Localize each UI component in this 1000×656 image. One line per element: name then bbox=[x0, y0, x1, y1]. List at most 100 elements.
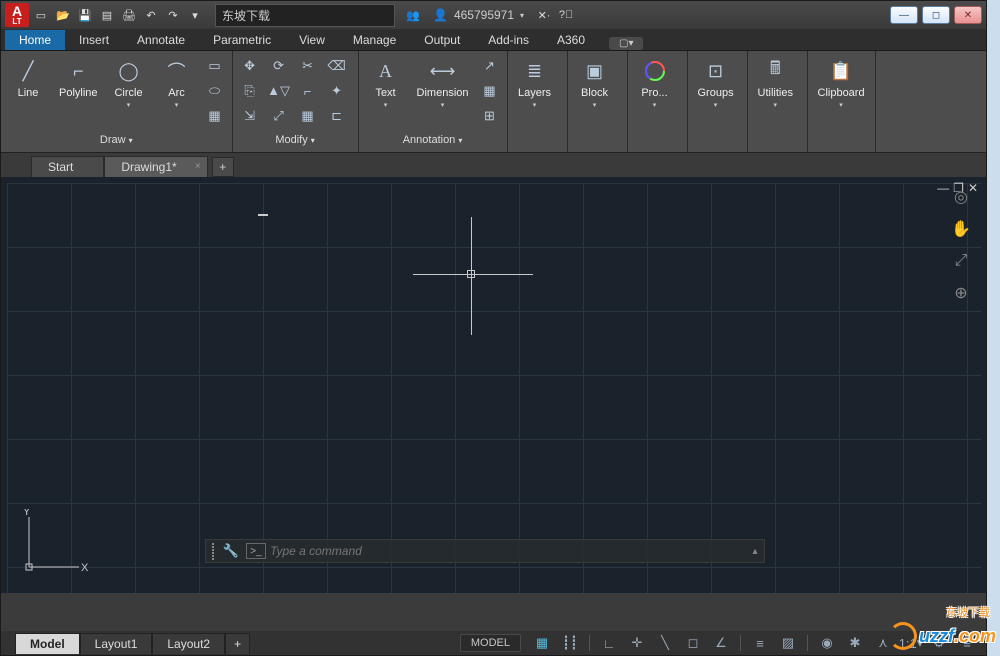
status-lineweight-icon[interactable]: ≡ bbox=[747, 633, 773, 653]
panel-draw-title[interactable]: Draw▾ bbox=[7, 132, 226, 148]
offset-icon[interactable]: ⊏ bbox=[326, 105, 348, 127]
text-button[interactable]: AText▾ bbox=[365, 55, 407, 111]
tab-addins[interactable]: Add-ins bbox=[474, 30, 543, 50]
leader-icon[interactable]: ↗ bbox=[479, 55, 501, 77]
mirror-icon[interactable]: ▲▽ bbox=[268, 80, 290, 102]
line-button[interactable]: ╱Line bbox=[7, 55, 49, 101]
status-osnap-icon[interactable]: ◻ bbox=[680, 633, 706, 653]
move-icon[interactable]: ✥ bbox=[239, 55, 261, 77]
layout-tab-model[interactable]: Model bbox=[15, 633, 80, 654]
polyline-button[interactable]: ⌐Polyline bbox=[55, 55, 102, 101]
qat-save-icon[interactable]: 💾 bbox=[75, 5, 95, 25]
status-cycling-icon[interactable]: ◉ bbox=[814, 633, 840, 653]
tab-manage[interactable]: Manage bbox=[339, 30, 410, 50]
status-transparency-icon[interactable]: ▨ bbox=[775, 633, 801, 653]
trim-icon[interactable]: ✂ bbox=[297, 55, 319, 77]
panel-utilities: 🖩Utilities▾ bbox=[748, 51, 808, 152]
tab-parametric[interactable]: Parametric bbox=[199, 30, 285, 50]
maximize-button[interactable]: ◻ bbox=[922, 6, 950, 24]
panel-modify-title[interactable]: Modify▾ bbox=[239, 132, 352, 148]
cmdline-history-icon[interactable]: ▴ bbox=[746, 546, 764, 557]
close-tab-icon[interactable]: × bbox=[195, 161, 201, 172]
array-icon[interactable]: ▦ bbox=[297, 105, 319, 127]
block-button[interactable]: ▣Block▾ bbox=[574, 55, 616, 111]
qat-open-icon[interactable]: 📂 bbox=[53, 5, 73, 25]
ellipse-icon[interactable]: ⬭ bbox=[204, 80, 226, 102]
text-label: Text bbox=[375, 87, 395, 99]
clipboard-button[interactable]: 📋Clipboard▾ bbox=[814, 55, 869, 111]
status-annomonitor-icon[interactable]: ✱ bbox=[842, 633, 868, 653]
panel-annotation: AText▾ ⟷Dimension▾ ↗ ▦ ⊞ Annotation▾ bbox=[359, 51, 508, 152]
layout-tab-layout1[interactable]: Layout1 bbox=[80, 633, 153, 654]
qat-saveas-icon[interactable]: ▤ bbox=[97, 5, 117, 25]
mtext-icon[interactable]: ⊞ bbox=[479, 105, 501, 127]
dimension-button[interactable]: ⟷Dimension▾ bbox=[413, 55, 473, 111]
command-input[interactable] bbox=[270, 544, 746, 558]
groups-button[interactable]: ⊡Groups▾ bbox=[694, 55, 738, 111]
rectangle-icon[interactable]: ▭ bbox=[204, 55, 226, 77]
layout-tab-add[interactable]: + bbox=[225, 633, 250, 654]
close-button[interactable]: ✕ bbox=[954, 6, 982, 24]
tab-view[interactable]: View bbox=[285, 30, 339, 50]
user-account[interactable]: 👤 465795971 ▾ bbox=[425, 8, 532, 22]
full-nav-wheel-icon[interactable]: ◎ bbox=[949, 185, 973, 209]
orbit-icon[interactable]: ⊕ bbox=[949, 281, 973, 305]
status-isodraft-icon[interactable]: ╲ bbox=[652, 633, 678, 653]
polyline-label: Polyline bbox=[59, 87, 98, 99]
navigation-bar: ◎ ✋ ⤢ ⊕ bbox=[944, 185, 978, 305]
cmdline-customize-icon[interactable]: 🔧 bbox=[220, 543, 242, 559]
copy-icon[interactable]: ⎘ bbox=[239, 80, 261, 102]
circle-button[interactable]: ◯Circle▾ bbox=[108, 55, 150, 111]
ribbon-tabs: Home Insert Annotate Parametric View Man… bbox=[1, 29, 986, 51]
layers-button[interactable]: ≣Layers▾ bbox=[514, 55, 556, 111]
tab-insert[interactable]: Insert bbox=[65, 30, 123, 50]
circle-icon: ◯ bbox=[115, 57, 143, 85]
qat-undo-icon[interactable]: ↶ bbox=[141, 5, 161, 25]
minimize-button[interactable]: — bbox=[890, 6, 918, 24]
status-otrack-icon[interactable]: ∠ bbox=[708, 633, 734, 653]
table-icon[interactable]: ▦ bbox=[479, 80, 501, 102]
tab-output[interactable]: Output bbox=[410, 30, 474, 50]
panel-clipboard: 📋Clipboard▾ bbox=[808, 51, 876, 152]
tab-a360[interactable]: A360 bbox=[543, 30, 599, 50]
command-line[interactable]: 🔧 >_ ▴ bbox=[205, 539, 765, 563]
layout-tab-layout2[interactable]: Layout2 bbox=[152, 633, 225, 654]
tab-home[interactable]: Home bbox=[5, 30, 65, 50]
status-grid-icon[interactable]: ▦ bbox=[529, 633, 555, 653]
pan-icon[interactable]: ✋ bbox=[949, 217, 973, 241]
qat-new-icon[interactable]: ▭ bbox=[31, 5, 51, 25]
tab-annotate[interactable]: Annotate bbox=[123, 30, 199, 50]
properties-button[interactable]: Pro...▾ bbox=[634, 55, 676, 111]
doc-tab-start[interactable]: Start bbox=[31, 156, 104, 177]
rotate-icon[interactable]: ⟳ bbox=[268, 55, 290, 77]
utilities-button[interactable]: 🖩Utilities▾ bbox=[754, 55, 797, 111]
title-search-box[interactable]: 东坡下载 bbox=[215, 4, 395, 27]
scale-icon[interactable]: ⤢ bbox=[268, 105, 290, 127]
text-icon: A bbox=[372, 57, 400, 85]
fillet-icon[interactable]: ⌐ bbox=[297, 80, 319, 102]
cmdline-grip-icon[interactable] bbox=[206, 541, 220, 562]
erase-icon[interactable]: ⌫ bbox=[326, 55, 348, 77]
status-snap-icon[interactable]: ┋┋ bbox=[557, 633, 583, 653]
qat-redo-icon[interactable]: ↷ bbox=[163, 5, 183, 25]
stretch-icon[interactable]: ⇲ bbox=[239, 105, 261, 127]
qat-plot-icon[interactable]: 🖨 bbox=[119, 5, 139, 25]
status-ortho-icon[interactable]: ∟ bbox=[596, 633, 622, 653]
search-icon[interactable]: 👥 bbox=[403, 5, 423, 25]
help-icon[interactable]: ?⃝ bbox=[556, 5, 576, 25]
doc-tab-add[interactable]: + bbox=[212, 157, 234, 177]
tab-featured-apps[interactable]: ▢▾ bbox=[609, 37, 643, 50]
panel-annotation-title[interactable]: Annotation▾ bbox=[365, 132, 501, 148]
status-model-button[interactable]: MODEL bbox=[460, 634, 521, 652]
drawing-area[interactable]: /*placeholder*/ — ❐ ✕ ◎ ✋ ⤢ ⊕ X bbox=[1, 177, 986, 593]
doc-tab-drawing1[interactable]: Drawing1*× bbox=[104, 156, 207, 177]
ucs-icon: X Y bbox=[19, 509, 89, 579]
explode-icon[interactable]: ✦ bbox=[326, 80, 348, 102]
exchange-icon[interactable]: ✕· bbox=[534, 5, 554, 25]
hatch-icon[interactable]: ▦ bbox=[204, 105, 226, 127]
app-menu-button[interactable]: A LT bbox=[5, 3, 29, 27]
arc-button[interactable]: ⌒Arc▾ bbox=[156, 55, 198, 111]
zoom-extents-icon[interactable]: ⤢ bbox=[949, 249, 973, 273]
qat-dropdown-icon[interactable]: ▾ bbox=[185, 5, 205, 25]
status-polar-icon[interactable]: ✛ bbox=[624, 633, 650, 653]
